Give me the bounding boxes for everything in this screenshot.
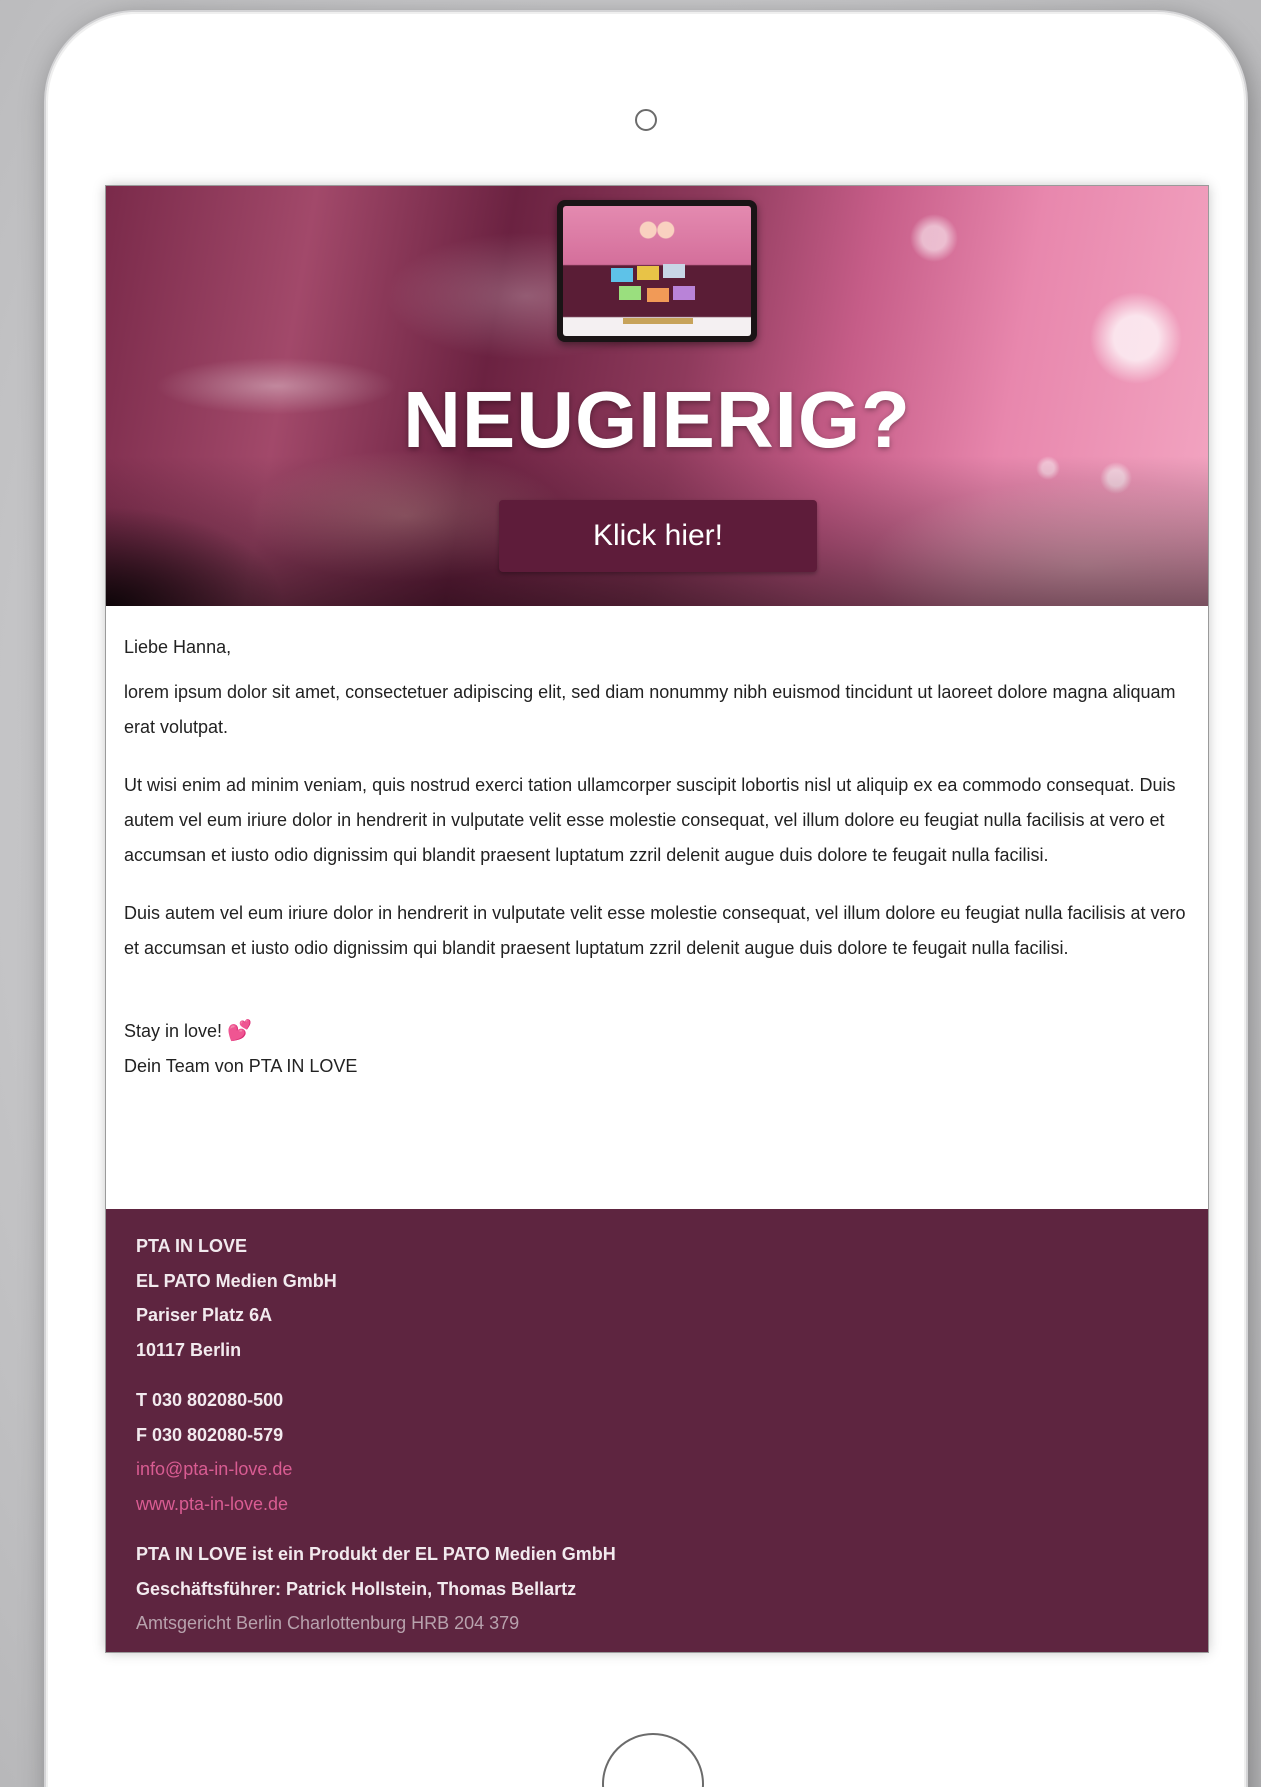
footer-company: EL PATO Medien GmbH [136, 1270, 337, 1291]
footer-website-link[interactable]: www.pta-in-love.de [136, 1487, 1178, 1522]
hero-banner: NEUGIERIG? Klick hier! [106, 186, 1208, 606]
paragraph-1: lorem ipsum dolor sit amet, consectetuer… [124, 682, 1176, 737]
two-hearts-icon: 💕 [227, 1020, 252, 1042]
letter-body: Liebe Hanna, lorem ipsum dolor sit amet,… [106, 606, 1208, 1084]
footer-email-link[interactable]: info@pta-in-love.de [136, 1452, 1178, 1487]
signature: Stay in love! 💕 Dein Team von PTA IN LOV… [124, 1014, 1190, 1084]
background: NEUGIERIG? Klick hier! Liebe Hanna, lore… [0, 0, 1261, 1787]
footer-product-note: PTA IN LOVE ist ein Produkt der EL PATO … [136, 1544, 616, 1564]
footer-city: 10117 Berlin [136, 1339, 242, 1360]
team-line: Dein Team von PTA IN LOVE [124, 1056, 358, 1076]
paragraph-2: Ut wisi enim ad minim veniam, quis nostr… [124, 775, 1176, 865]
click-here-button[interactable]: Klick hier! [499, 500, 817, 572]
home-button[interactable] [602, 1733, 704, 1787]
greeting: Liebe Hanna, [124, 637, 232, 657]
footer-managers: Geschäftsführer: Patrick Hollstein, Thom… [136, 1578, 577, 1599]
footer-registry: Amtsgericht Berlin Charlottenburg HRB 20… [136, 1613, 520, 1633]
footer-street: Pariser Platz 6A [136, 1305, 273, 1325]
camera-icon [635, 109, 657, 131]
paragraph-3: Duis autem vel eum iriure dolor in hendr… [124, 903, 1186, 958]
tablet-preview-image [557, 200, 757, 342]
sign-off: Stay in love! [124, 1021, 223, 1041]
hero-headline: NEUGIERIG? [403, 375, 911, 464]
email-screen: NEUGIERIG? Klick hier! Liebe Hanna, lore… [106, 186, 1208, 1652]
footer-fax: F 030 802080-579 [136, 1424, 284, 1445]
footer-phone: T 030 802080-500 [136, 1390, 284, 1410]
footer-brand: PTA IN LOVE [136, 1236, 248, 1256]
footer: PTA IN LOVE EL PATO Medien GmbH Pariser … [106, 1209, 1208, 1652]
